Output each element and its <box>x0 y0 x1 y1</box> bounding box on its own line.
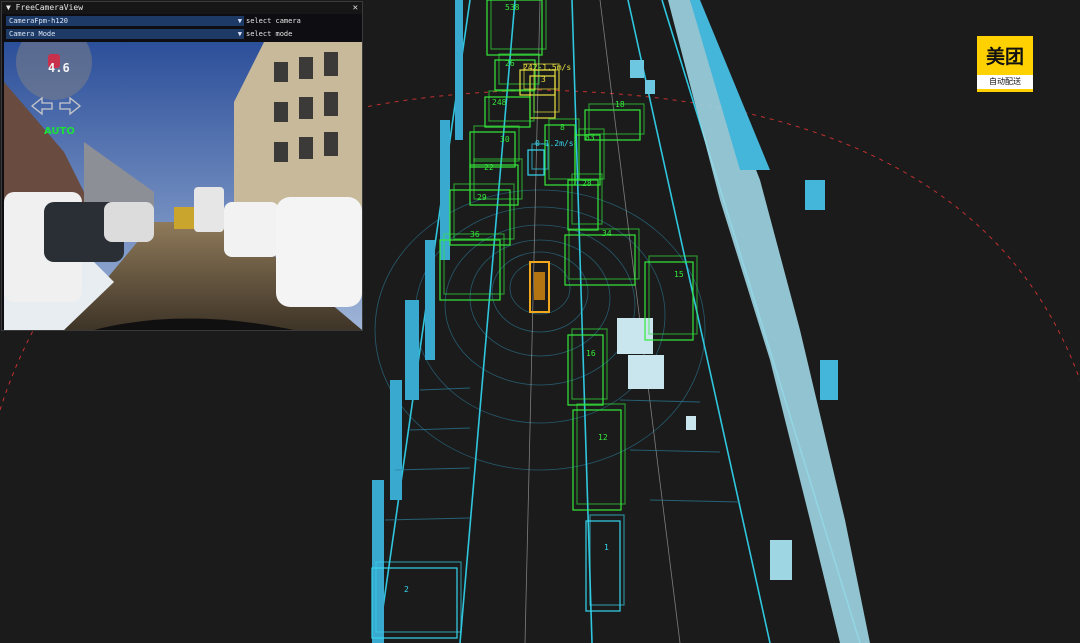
track-box-top <box>589 514 625 606</box>
camera-select[interactable]: CameraFpm-h120 ▼ <box>6 16 244 26</box>
camera-select-value: CameraFpm-h120 <box>9 17 69 25</box>
track-label: 538 <box>505 3 520 12</box>
track-box-top <box>576 403 626 505</box>
track-box-top <box>473 125 520 162</box>
ground-points <box>384 387 741 521</box>
track-box <box>567 334 604 406</box>
lidar-rings <box>374 189 706 471</box>
track-box <box>572 409 622 511</box>
track-label: 3 <box>541 75 546 84</box>
track-label: 83 <box>585 133 595 142</box>
track-label: 0-1.2m/s <box>535 139 574 148</box>
track-label: 15 <box>674 270 684 279</box>
track-label: 2 <box>404 585 409 594</box>
track-box-top <box>648 255 698 335</box>
mode-select[interactable]: Camera Mode ▼ <box>6 29 244 39</box>
right-building-points <box>630 0 870 643</box>
track-label: 34 <box>602 229 612 238</box>
mode-select-row: Camera Mode ▼ select mode <box>2 29 362 40</box>
camera-panel: ▼ FreeCameraView ✕ CameraFpm-h120 ▼ sele… <box>1 1 363 331</box>
track-box <box>371 567 458 639</box>
mode-select-value: Camera Mode <box>9 30 56 38</box>
speed-value: 4.6 <box>48 61 70 75</box>
track-label: 242-1.5m/s <box>523 63 571 72</box>
left-curb-points <box>372 0 463 643</box>
track-label: 22 <box>484 163 494 172</box>
mode-select-label: select mode <box>246 30 293 38</box>
camera-view: 4.6 AUTO <box>4 42 362 330</box>
track-label: 248 <box>492 98 507 107</box>
road-obstacles <box>617 318 696 430</box>
track-label: 8 <box>560 123 565 132</box>
panel-title[interactable]: ▼ FreeCameraView ✕ <box>2 2 362 14</box>
panel-title-text: ▼ FreeCameraView <box>6 3 84 12</box>
camera-select-row: CameraFpm-h120 ▼ select camera <box>2 16 362 27</box>
track-label: 28 <box>582 179 592 188</box>
track-label: 16 <box>586 349 596 358</box>
close-icon[interactable]: ✕ <box>353 2 358 14</box>
logo-sub-text: 自动配送 <box>977 75 1033 89</box>
drive-mode-label: AUTO <box>44 126 75 137</box>
track-label: 18 <box>615 100 625 109</box>
track-label: 26 <box>505 59 515 68</box>
lane-center <box>524 0 681 643</box>
chevron-down-icon: ▼ <box>237 30 242 38</box>
camera-image <box>4 42 362 330</box>
meituan-logo: 美团 自动配送 <box>977 36 1033 92</box>
logo-main-text: 美团 <box>985 46 1024 68</box>
track-label: 1 <box>604 543 609 552</box>
track-label: 30 <box>500 135 510 144</box>
chevron-down-icon: ▼ <box>237 17 242 25</box>
track-label: 12 <box>598 433 608 442</box>
camera-select-label: select camera <box>246 17 301 25</box>
track-label: 29 <box>477 193 487 202</box>
track-label: 36 <box>470 230 480 239</box>
